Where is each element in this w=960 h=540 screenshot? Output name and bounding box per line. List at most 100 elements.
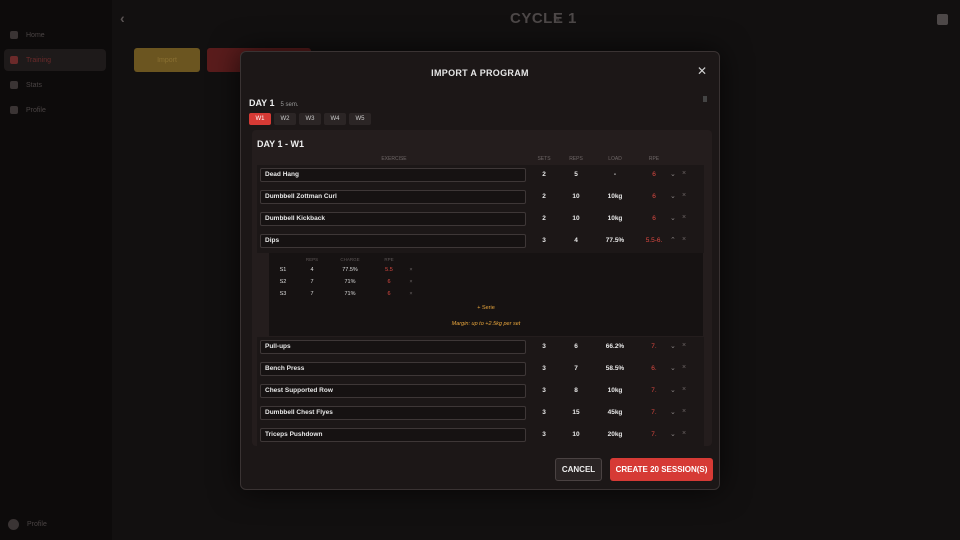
remove-exercise-icon[interactable]: × (682, 408, 686, 415)
exercise-name-field[interactable]: Dips (260, 234, 526, 248)
remove-set-icon[interactable]: × (409, 279, 412, 285)
set-row: S2 7 71% 6 × (269, 279, 703, 289)
cancel-button[interactable]: CANCEL (555, 458, 602, 481)
remove-exercise-icon[interactable]: × (682, 386, 686, 393)
chevron-down-icon[interactable]: ⌄ (670, 214, 676, 222)
exercise-name-field[interactable]: Bench Press (260, 362, 526, 376)
exercise-reps: 6 (574, 343, 578, 350)
week-tabs: W1 W2 W3 W4 W5 (249, 113, 371, 125)
chevron-down-icon[interactable]: ⌄ (670, 364, 676, 372)
exercise-row: Pull-ups 3 6 66.2% 7. ⌄ × (257, 337, 704, 359)
exercise-rpe: 7. (651, 343, 657, 350)
exercise-rpe: 7. (651, 409, 657, 416)
set-row: S3 7 71% 6 × (269, 291, 703, 301)
column-headers: EXERCISE SETS REPS LOAD RPE (252, 156, 712, 164)
set-label: S3 (279, 291, 287, 297)
dips-sets-detail: REPS CHARGE RPE S1 4 77.5% 5.5 × S2 7 71… (269, 253, 703, 336)
exercise-rpe: 5.5-6. (645, 237, 663, 244)
set-charge[interactable]: 77.5% (342, 267, 358, 273)
set-rpe[interactable]: 6 (387, 291, 390, 297)
exercise-rpe: 6 (652, 171, 656, 178)
col-reps: REPS (569, 156, 583, 162)
exercise-row: Bench Press 3 7 58.5% 6. ⌄ × (257, 359, 704, 381)
set-reps[interactable]: 7 (310, 291, 313, 297)
tab-w2[interactable]: W2 (274, 113, 296, 125)
chevron-down-icon[interactable]: ⌄ (670, 342, 676, 350)
exercise-row: Triceps Pushdown 3 10 20kg 7. ⌄ × (257, 425, 704, 446)
remove-exercise-icon[interactable]: × (682, 430, 686, 437)
exercise-sets: 3 (542, 237, 546, 244)
scrollbar[interactable] (703, 96, 707, 102)
exercise-name-field[interactable]: Pull-ups (260, 340, 526, 354)
exercise-sets: 2 (542, 193, 546, 200)
set-rpe[interactable]: 6 (387, 279, 390, 285)
set-reps[interactable]: 4 (310, 267, 313, 273)
set-reps[interactable]: 7 (310, 279, 313, 285)
exercise-name-field[interactable]: Chest Supported Row (260, 384, 526, 398)
remove-exercise-icon[interactable]: × (682, 342, 686, 349)
exercise-rpe: 7. (651, 431, 657, 438)
remove-exercise-icon[interactable]: × (682, 170, 686, 177)
exercise-name-field[interactable]: Dumbbell Kickback (260, 212, 526, 226)
col-rpe: RPE (648, 156, 660, 162)
close-icon[interactable]: ✕ (697, 64, 707, 78)
remove-exercise-icon[interactable]: × (682, 214, 686, 221)
exercise-name-field[interactable]: Dead Hang (260, 168, 526, 182)
day-sessions: 5 sem. (280, 102, 299, 108)
exercise-name-field[interactable]: Dumbbell Zottman Curl (260, 190, 526, 204)
set-charge[interactable]: 71% (344, 291, 355, 297)
set-label: S1 (279, 267, 287, 273)
set-rpe[interactable]: 5.5 (385, 267, 393, 273)
set-col-rpe: RPE (384, 257, 394, 262)
tab-w1[interactable]: W1 (249, 113, 271, 125)
exercise-sets: 2 (542, 215, 546, 222)
exercise-reps: 10 (572, 215, 580, 222)
exercise-row: Dumbbell Chest Flyes 3 15 45kg 7. ⌄ × (257, 403, 704, 425)
add-serie-button[interactable]: + Serie (269, 305, 703, 311)
exercise-name-field[interactable]: Dumbbell Chest Flyes (260, 406, 526, 420)
tab-w4[interactable]: W4 (324, 113, 346, 125)
exercise-name-field[interactable]: Triceps Pushdown (260, 428, 526, 442)
exercise-row: Dumbbell Zottman Curl 2 10 10kg 6 ⌄ × (257, 187, 704, 209)
chevron-up-icon[interactable]: ⌃ (670, 236, 676, 244)
create-sessions-button[interactable]: CREATE 20 SESSION(S) (610, 458, 713, 481)
set-charge[interactable]: 71% (344, 279, 355, 285)
exercise-load: 77.5% (605, 237, 625, 244)
exercise-sets: 3 (542, 365, 546, 372)
tab-w3[interactable]: W3 (299, 113, 321, 125)
remove-set-icon[interactable]: × (409, 291, 412, 297)
exercise-sets: 3 (542, 431, 546, 438)
exercise-load: 58.5% (605, 365, 625, 372)
col-sets: SETS (537, 156, 551, 162)
chevron-down-icon[interactable]: ⌄ (670, 430, 676, 438)
chevron-down-icon[interactable]: ⌄ (670, 386, 676, 394)
exercise-sets: 3 (542, 387, 546, 394)
set-headers: REPS CHARGE RPE (269, 257, 703, 263)
remove-exercise-icon[interactable]: × (682, 364, 686, 371)
remove-exercise-icon[interactable]: × (682, 236, 686, 243)
day-panel: DAY 1 - W1 EXERCISE SETS REPS LOAD RPE D… (252, 130, 712, 446)
exercise-sets: 3 (542, 409, 546, 416)
set-col-reps: REPS (305, 257, 319, 262)
day-header: DAY 1 5 sem. (249, 98, 299, 108)
remove-exercise-icon[interactable]: × (682, 192, 686, 199)
exercise-sets: 2 (542, 171, 546, 178)
chevron-down-icon[interactable]: ⌄ (670, 170, 676, 178)
exercise-rpe: 6 (652, 193, 656, 200)
remove-set-icon[interactable]: × (409, 267, 412, 273)
chevron-down-icon[interactable]: ⌄ (670, 192, 676, 200)
tab-w5[interactable]: W5 (349, 113, 371, 125)
import-program-modal: IMPORT A PROGRAM ✕ DAY 1 5 sem. W1 W2 W3… (240, 51, 720, 490)
exercise-row: Dead Hang 2 5 - 6 ⌄ × (257, 165, 704, 187)
exercise-load: 45kg (607, 409, 623, 416)
exercise-reps: 5 (574, 171, 578, 178)
exercise-reps: 8 (574, 387, 578, 394)
set-col-charge: CHARGE (340, 257, 360, 262)
exercise-load: - (613, 171, 617, 178)
modal-title: IMPORT A PROGRAM (431, 68, 529, 78)
chevron-down-icon[interactable]: ⌄ (670, 408, 676, 416)
exercise-row: Dumbbell Kickback 2 10 10kg 6 ⌄ × (257, 209, 704, 231)
exercise-load: 10kg (607, 193, 623, 200)
panel-title: DAY 1 - W1 (257, 139, 305, 149)
exercise-reps: 4 (574, 237, 578, 244)
